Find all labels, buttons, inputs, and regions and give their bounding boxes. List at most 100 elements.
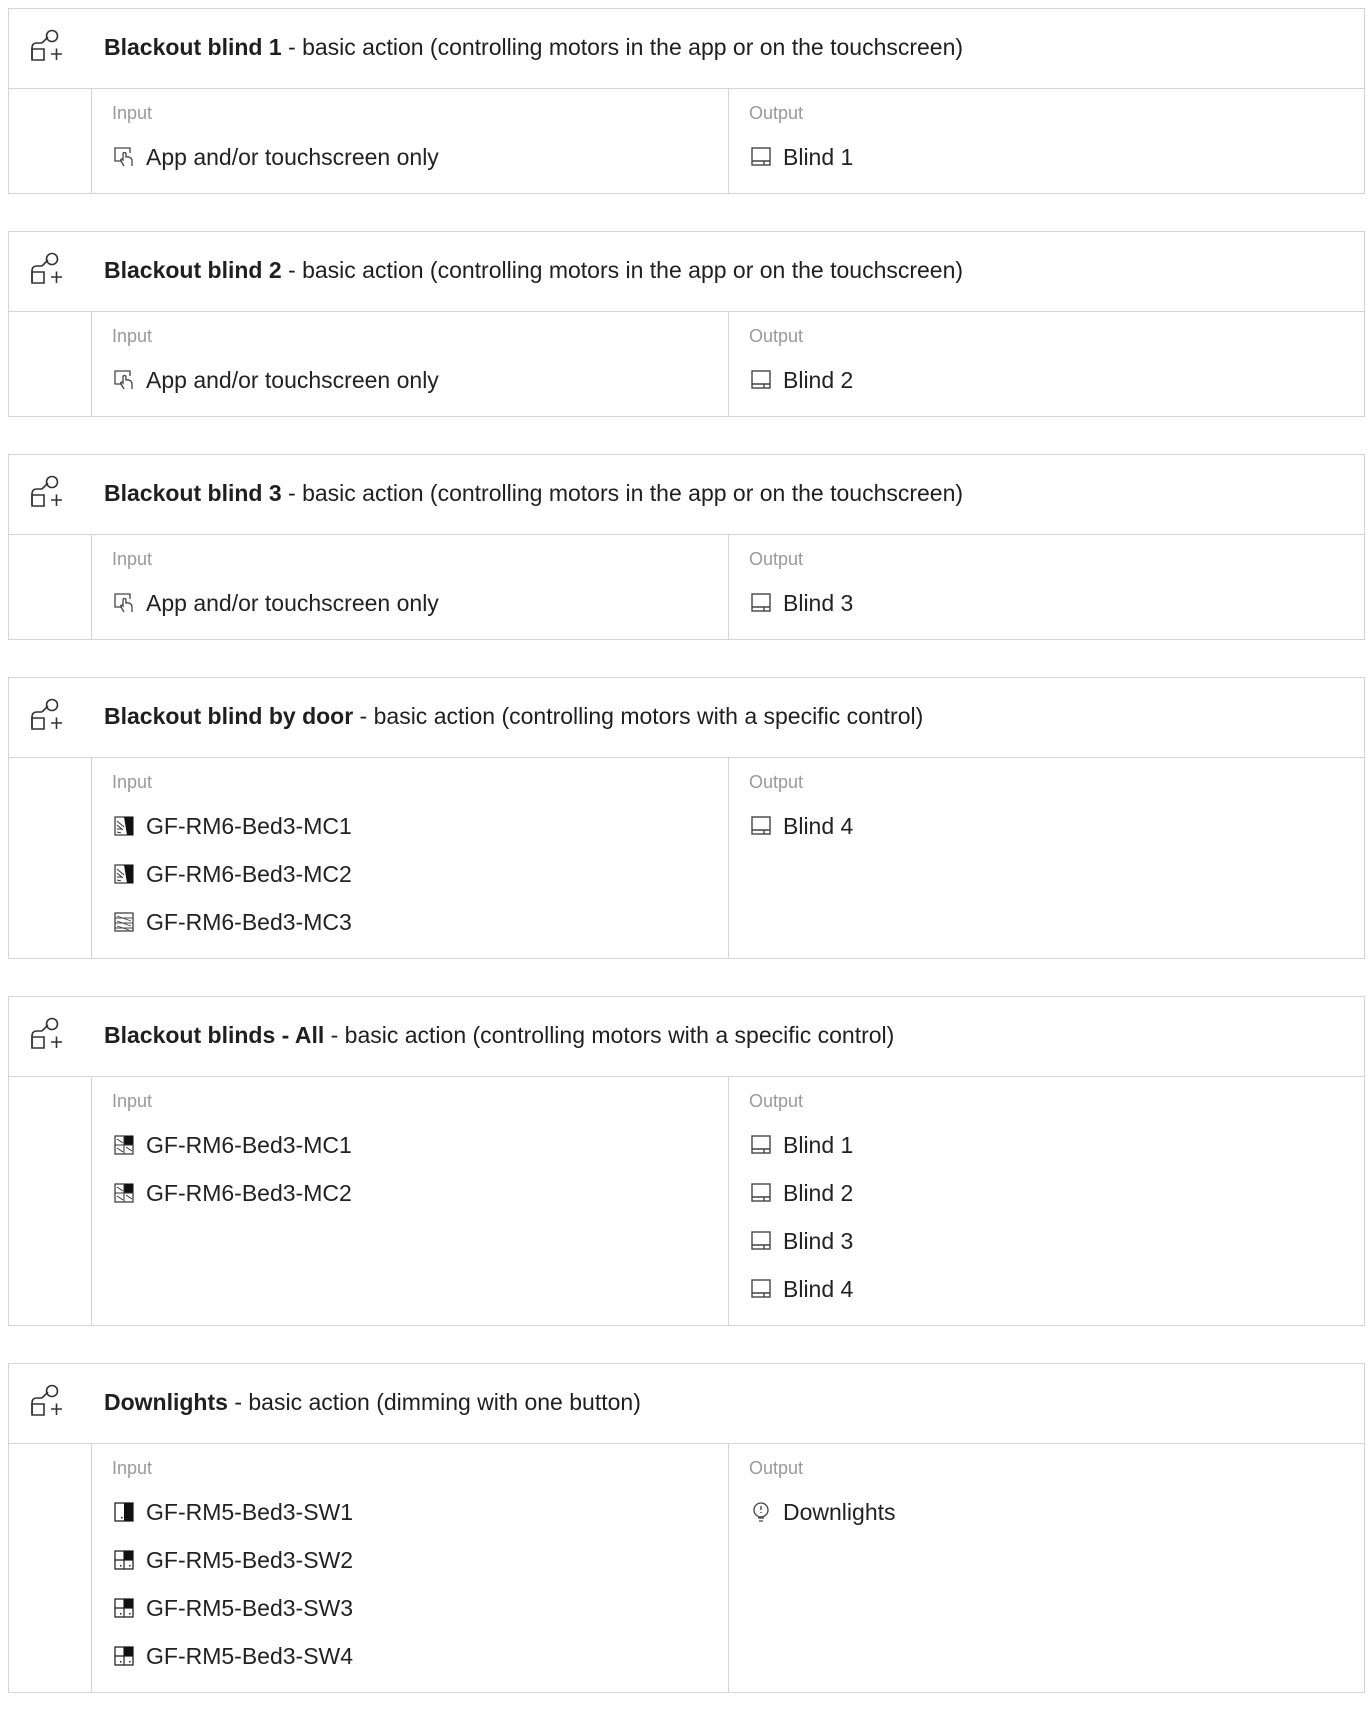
action-header[interactable]: Blackout blind 1 - basic action (control… xyxy=(9,9,1364,89)
output-label: Output xyxy=(749,326,804,346)
output-item[interactable]: Blind 3 xyxy=(749,1217,1364,1265)
action-header[interactable]: Blackout blind 3 - basic action (control… xyxy=(9,455,1364,535)
action-title: Blackout blind 1 - basic action (control… xyxy=(104,33,963,61)
output-column: Output Downlights xyxy=(729,1444,1364,1692)
add-action-icon[interactable] xyxy=(29,698,65,732)
action-card: Downlights - basic action (dimming with … xyxy=(8,1363,1365,1693)
blind-icon xyxy=(749,1229,773,1253)
output-item[interactable]: Blind 4 xyxy=(749,1265,1364,1313)
blind-icon xyxy=(749,1133,773,1157)
input-item[interactable]: GF-RM5-Bed3-SW2 xyxy=(112,1536,728,1584)
output-column: Output Blind 1 Blind 2 Blind 3 Blind 4 xyxy=(729,1077,1364,1325)
output-item-label: Blind 1 xyxy=(783,143,854,170)
output-label: Output xyxy=(749,103,804,123)
action-description: - basic action (controlling motors in th… xyxy=(281,257,964,283)
action-header[interactable]: Downlights - basic action (dimming with … xyxy=(9,1364,1364,1444)
add-action-icon[interactable] xyxy=(29,29,65,63)
input-list: GF-RM5-Bed3-SW1 GF-RM5-Bed3-SW2 GF-RM5-Bed… xyxy=(112,1488,728,1680)
input-list: GF-RM6-Bed3-MC1 GF-RM6-Bed3-MC2 xyxy=(112,1121,728,1217)
output-item[interactable]: Blind 1 xyxy=(749,1121,1364,1169)
action-name: Blackout blind 3 xyxy=(104,480,282,506)
input-item-label: GF-RM5-Bed3-SW3 xyxy=(146,1594,354,1621)
action-card: Blackout blinds - All - basic action (co… xyxy=(8,996,1365,1326)
output-item-label: Blind 2 xyxy=(783,366,854,393)
touch-screen-icon xyxy=(112,368,136,392)
actions-list: Blackout blind 1 - basic action (control… xyxy=(8,8,1365,1730)
input-item[interactable]: GF-RM6-Bed3-MC2 xyxy=(112,850,728,898)
output-list: Blind 3 xyxy=(749,579,1364,627)
motor-control-active-icon xyxy=(112,814,136,838)
input-label: Input xyxy=(112,1458,153,1478)
input-list: App and/or touchscreen only xyxy=(112,133,728,181)
output-item[interactable]: Blind 3 xyxy=(749,579,1364,627)
output-label: Output xyxy=(749,1458,804,1478)
motor-control-active-icon xyxy=(112,862,136,886)
motor-control-half-icon xyxy=(112,1133,136,1157)
input-item-label: App and/or touchscreen only xyxy=(146,589,439,616)
input-item-label: GF-RM6-Bed3-MC2 xyxy=(146,1179,352,1206)
switch-quad-icon xyxy=(112,1596,136,1620)
input-list: App and/or touchscreen only xyxy=(112,356,728,404)
blind-icon xyxy=(749,1277,773,1301)
output-list: Blind 1 xyxy=(749,133,1364,181)
output-list: Blind 2 xyxy=(749,356,1364,404)
output-item-label: Blind 3 xyxy=(783,1227,854,1254)
add-action-icon[interactable] xyxy=(29,1384,65,1418)
action-name: Blackout blind by door xyxy=(104,703,354,729)
input-item[interactable]: GF-RM6-Bed3-MC2 xyxy=(112,1169,728,1217)
action-header[interactable]: Blackout blinds - All - basic action (co… xyxy=(9,997,1364,1077)
input-column: Input App and/or touchscreen only xyxy=(92,312,729,416)
input-item[interactable]: App and/or touchscreen only xyxy=(112,356,728,404)
input-column: Input GF-RM6-Bed3-MC1 GF-RM6-Bed3-MC2 GF-R… xyxy=(92,758,729,958)
input-item[interactable]: GF-RM5-Bed3-SW1 xyxy=(112,1488,728,1536)
add-action-icon[interactable] xyxy=(29,1017,65,1051)
output-list: Downlights xyxy=(749,1488,1364,1536)
output-item[interactable]: Blind 1 xyxy=(749,133,1364,181)
input-item[interactable]: GF-RM5-Bed3-SW4 xyxy=(112,1632,728,1680)
output-item[interactable]: Blind 2 xyxy=(749,356,1364,404)
action-name: Blackout blind 1 xyxy=(104,34,282,60)
input-item[interactable]: GF-RM5-Bed3-SW3 xyxy=(112,1584,728,1632)
output-item-label: Blind 4 xyxy=(783,1275,854,1302)
input-item[interactable]: GF-RM6-Bed3-MC1 xyxy=(112,802,728,850)
output-item-label: Blind 4 xyxy=(783,812,854,839)
blind-icon xyxy=(749,814,773,838)
action-name: Downlights xyxy=(104,1389,228,1415)
action-body: Input App and/or touchscreen only Output… xyxy=(91,535,1364,639)
add-action-icon[interactable] xyxy=(29,252,65,286)
output-item-label: Downlights xyxy=(783,1498,896,1525)
input-item-label: GF-RM5-Bed3-SW1 xyxy=(146,1498,354,1525)
input-list: App and/or touchscreen only xyxy=(112,579,728,627)
action-body: Input GF-RM6-Bed3-MC1 GF-RM6-Bed3-MC2 Out… xyxy=(91,1077,1364,1325)
action-name: Blackout blinds - All xyxy=(104,1022,325,1048)
input-label: Input xyxy=(112,772,153,792)
add-action-icon[interactable] xyxy=(29,475,65,509)
input-column: Input App and/or touchscreen only xyxy=(92,535,729,639)
output-column: Output Blind 4 xyxy=(729,758,1364,958)
input-item[interactable]: GF-RM6-Bed3-MC3 xyxy=(112,898,728,946)
input-item[interactable]: App and/or touchscreen only xyxy=(112,579,728,627)
output-item[interactable]: Blind 4 xyxy=(749,802,1364,850)
output-item[interactable]: Blind 2 xyxy=(749,1169,1364,1217)
input-list: GF-RM6-Bed3-MC1 GF-RM6-Bed3-MC2 GF-RM6-Bed… xyxy=(112,802,728,946)
input-item-label: GF-RM6-Bed3-MC2 xyxy=(146,860,352,887)
action-description: - basic action (dimming with one button) xyxy=(227,1389,641,1415)
touch-screen-icon xyxy=(112,145,136,169)
action-title: Blackout blind 3 - basic action (control… xyxy=(104,479,963,507)
action-title: Blackout blind 2 - basic action (control… xyxy=(104,256,963,284)
action-header[interactable]: Blackout blind by door - basic action (c… xyxy=(9,678,1364,758)
input-item-label: GF-RM6-Bed3-MC3 xyxy=(146,908,352,935)
input-item[interactable]: GF-RM6-Bed3-MC1 xyxy=(112,1121,728,1169)
switch-single-icon xyxy=(112,1500,136,1524)
input-column: Input GF-RM6-Bed3-MC1 GF-RM6-Bed3-MC2 xyxy=(92,1077,729,1325)
input-label: Input xyxy=(112,1091,153,1111)
output-label: Output xyxy=(749,1091,804,1111)
output-item[interactable]: Downlights xyxy=(749,1488,1364,1536)
action-header[interactable]: Blackout blind 2 - basic action (control… xyxy=(9,232,1364,312)
output-column: Output Blind 2 xyxy=(729,312,1364,416)
input-label: Input xyxy=(112,103,153,123)
action-title: Blackout blind by door - basic action (c… xyxy=(104,702,923,730)
input-item[interactable]: App and/or touchscreen only xyxy=(112,133,728,181)
bulb-icon xyxy=(749,1500,773,1524)
input-item-label: GF-RM6-Bed3-MC1 xyxy=(146,812,352,839)
